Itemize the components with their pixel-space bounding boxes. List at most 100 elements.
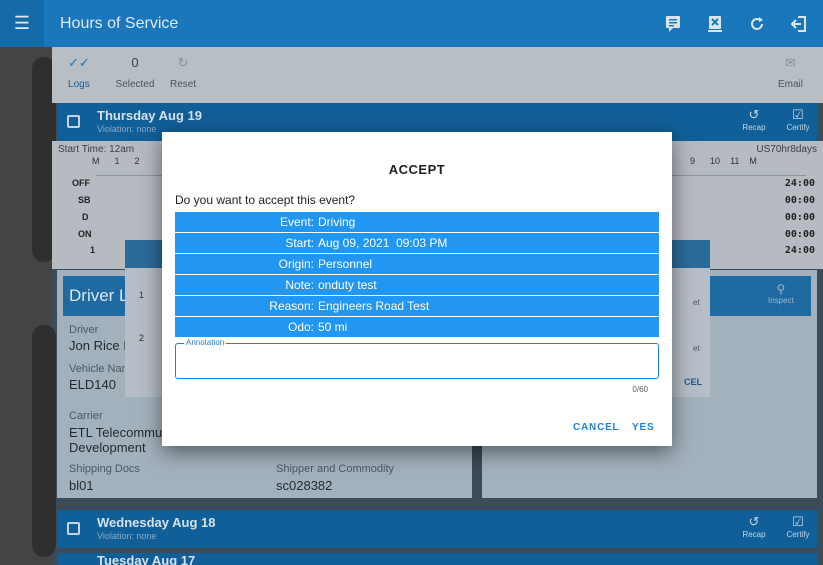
inspect-label: Inspect	[768, 296, 794, 305]
recap-button[interactable]: ↺ Recap	[737, 514, 771, 539]
double-check-icon: ✓✓	[68, 55, 90, 70]
carrier-value: ETL Telecommur	[69, 425, 167, 440]
grand-total: 24:00	[784, 245, 815, 256]
logs-label: Logs	[68, 79, 90, 90]
detail-row: Event: Driving	[175, 212, 659, 232]
driver-label: Driver	[69, 324, 99, 336]
inspect-button[interactable]: ⚲ Inspect	[768, 282, 794, 305]
day-row[interactable]: Tuesday Aug 17	[57, 553, 817, 565]
list-index: 2	[139, 333, 145, 343]
detail-row: Reason: Engineers Road Test	[175, 296, 659, 316]
ruleset-label: US70hr8days	[756, 144, 817, 155]
email-label: Email	[778, 79, 804, 90]
recap-label: Recap	[742, 530, 766, 539]
chat-icon[interactable]	[655, 6, 691, 42]
log-toolbar: ✓✓ Logs 0 Selected ↻ Reset ✉ Email	[52, 47, 823, 103]
shipping-docs-value: bl01	[69, 478, 94, 493]
selected-indicator: 0 Selected	[112, 55, 158, 90]
event-details: Event: Driving Start: Aug 09, 2021 09:03 P…	[175, 212, 659, 338]
row-total: 24:00	[784, 178, 815, 189]
detail-value: Personnel	[318, 257, 373, 271]
reset-icon: ↻	[177, 55, 189, 70]
status-row-label: ON	[78, 229, 92, 239]
annotation-label: Annotation	[184, 338, 227, 347]
detail-key: Reason:	[269, 299, 314, 313]
hidden-label-fragment: et	[693, 344, 700, 353]
selected-label: Selected	[115, 79, 155, 90]
detail-value: Aug 09, 2021 09:03 PM	[318, 236, 448, 250]
start-time: Start Time: 12am	[58, 144, 135, 155]
detail-row: Odo: 50 mi	[175, 317, 659, 337]
row-index: 1	[90, 245, 96, 255]
detail-key: Start:	[285, 236, 314, 250]
detail-value: Driving	[318, 215, 356, 229]
detail-value: onduty test	[318, 278, 377, 292]
carrier-label: Carrier	[69, 410, 103, 422]
detail-row: Origin: Personnel	[175, 254, 659, 274]
recap-label: Recap	[742, 123, 766, 132]
day-violation: Violation: none	[97, 531, 157, 541]
row-total: 00:00	[784, 195, 815, 206]
detail-key: Event:	[279, 215, 314, 229]
email-button[interactable]: ✉ Email	[778, 55, 803, 90]
carrier-value-2: Development	[69, 440, 146, 455]
status-row-label: SB	[78, 195, 91, 205]
hour-label: 1	[114, 156, 120, 166]
detail-value: Engineers Road Test	[318, 299, 430, 313]
hour-label: M	[749, 156, 757, 166]
vehicle-label: Vehicle Nan	[69, 363, 128, 375]
day-row[interactable]: Wednesday Aug 18 Violation: none ↺ Recap …	[57, 510, 817, 548]
yes-button[interactable]: YES	[632, 422, 654, 433]
reset-button[interactable]: ↻ Reset	[170, 55, 196, 90]
hour-label: M	[92, 156, 100, 166]
day-title: Thursday Aug 19	[97, 108, 202, 123]
menu-icon[interactable]: ☰	[0, 0, 44, 47]
app-bar: ☰ Hours of Service	[0, 0, 823, 47]
page-title: Hours of Service	[60, 14, 179, 32]
day-checkbox[interactable]	[67, 522, 80, 535]
certify-button[interactable]: ☑ Certify	[781, 514, 815, 539]
left-rail	[0, 47, 56, 565]
shipping-docs-label: Shipping Docs	[69, 463, 140, 475]
reset-label: Reset	[170, 79, 197, 90]
row-total: 00:00	[784, 229, 815, 240]
certify-button[interactable]: ☑ Certify	[781, 107, 815, 132]
certify-label: Certify	[786, 123, 810, 132]
dialog-question: Do you want to accept this event?	[175, 193, 356, 207]
clipboard-check-icon: ☑	[792, 107, 804, 122]
refresh-icon[interactable]	[739, 6, 775, 42]
selected-count: 0	[131, 55, 139, 70]
clipboard-check-icon: ☑	[792, 514, 804, 529]
detail-row: Start: Aug 09, 2021 09:03 PM	[175, 233, 659, 253]
hour-label: 11	[730, 156, 740, 166]
day-violation: Violation: none	[97, 124, 157, 134]
logs-button[interactable]: ✓✓ Logs	[68, 55, 90, 90]
logout-icon[interactable]	[781, 6, 817, 42]
day-title: Wednesday Aug 18	[97, 515, 216, 530]
annotation-field[interactable]: Annotation	[175, 338, 659, 379]
history-icon: ↺	[748, 107, 760, 122]
hour-labels-left: M 1 2	[92, 156, 140, 166]
day-title: Tuesday Aug 17	[97, 553, 196, 565]
status-row-label: OFF	[72, 178, 90, 188]
row-total: 00:00	[784, 212, 815, 223]
detail-row: Note: onduty test	[175, 275, 659, 295]
day-checkbox[interactable]	[67, 115, 80, 128]
recap-button[interactable]: ↺ Recap	[737, 107, 771, 132]
shipper-label: Shipper and Commodity	[276, 463, 395, 475]
list-index: 1	[139, 290, 145, 300]
hidden-cancel-fragment: CEL	[684, 377, 702, 387]
search-icon: ⚲	[776, 282, 786, 296]
hour-label: 9	[690, 156, 696, 166]
detail-key: Note:	[285, 278, 314, 292]
driver-value: Jon Rice II	[69, 338, 131, 353]
detail-value: 50 mi	[318, 320, 348, 334]
character-counter: 0/60	[632, 385, 648, 394]
accept-dialog: ACCEPT Do you want to accept this event?…	[162, 132, 672, 446]
hour-label: 2	[134, 156, 140, 166]
cancel-button[interactable]: CANCEL	[573, 422, 619, 433]
status-row-label: D	[82, 212, 89, 222]
transfer-icon[interactable]	[697, 6, 733, 42]
email-icon: ✉	[785, 55, 796, 70]
vehicle-value: ELD140	[69, 377, 116, 392]
